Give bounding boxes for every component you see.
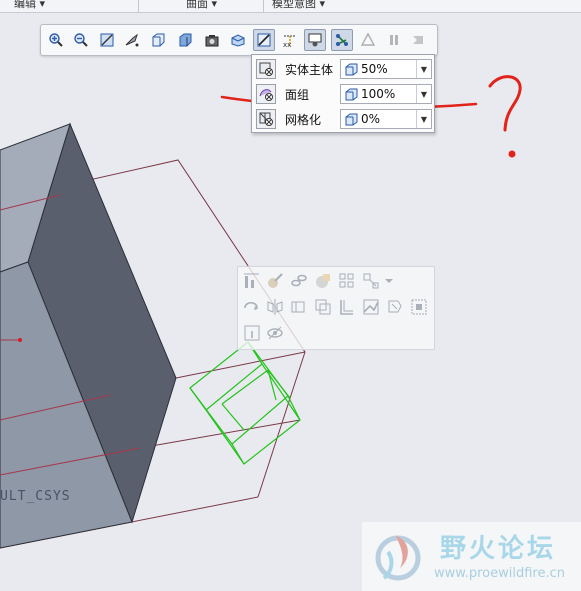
solid-body-transparency-select[interactable]: 50% ▼	[340, 59, 432, 79]
solid-body-transparency-icon	[256, 59, 276, 79]
spin-center-button[interactable]	[304, 29, 326, 51]
group-icon[interactable]	[410, 298, 428, 316]
brush-icon[interactable]	[266, 272, 284, 290]
view-manager-button[interactable]	[331, 29, 353, 51]
watermark-title: 野火论坛	[440, 534, 557, 564]
facet-label: 网格化	[285, 113, 322, 127]
quilt-transparency-select[interactable]: 100% ▼	[340, 84, 432, 104]
perspective-view-button[interactable]	[201, 29, 223, 51]
zoom-out-icon	[74, 33, 88, 47]
quilt-transparency-value: 100%	[361, 87, 396, 101]
saved-views-button[interactable]	[147, 29, 169, 51]
chevron-down-icon[interactable]: ▼	[416, 85, 431, 103]
watermark-url: www.proewildfire.cn	[434, 566, 565, 581]
facet-transparency-select[interactable]: 0% ▼	[340, 109, 432, 129]
annotation-display-icon	[360, 32, 376, 46]
chevron-down-icon[interactable]	[384, 274, 394, 292]
dimension-icon[interactable]	[243, 272, 261, 290]
graphics-toolbar: xx	[40, 24, 438, 56]
zoom-in-button[interactable]	[45, 29, 67, 51]
reorient-button[interactable]	[121, 29, 143, 51]
next-button[interactable]	[408, 29, 430, 51]
thicken-icon[interactable]	[338, 298, 356, 316]
datum-display-button[interactable]: xx	[279, 29, 301, 51]
zoom-in-icon	[49, 33, 63, 47]
appearance-icon[interactable]	[314, 272, 332, 290]
quilt-transparency-icon	[256, 84, 276, 104]
sketch-icon[interactable]	[362, 298, 380, 316]
transparency-dropdown: 实体主体 50% ▼ 面组 100% ▼ 网格化 0% ▼	[251, 54, 435, 133]
annotation-question-mark	[488, 75, 522, 132]
chevron-down-icon[interactable]: ▼	[416, 60, 431, 78]
quilt-label: 面组	[285, 88, 310, 102]
transparency-row-quilt[interactable]: 面组 100% ▼	[252, 82, 434, 106]
transparency-row-solid-body[interactable]: 实体主体 50% ▼	[252, 57, 434, 81]
cube-outline-icon	[345, 88, 358, 101]
reorient-icon	[125, 33, 139, 47]
wireframe-cube[interactable]	[189, 341, 301, 465]
perspective-view-icon	[205, 35, 219, 47]
transparency-row-facet[interactable]: 网格化 0% ▼	[252, 107, 434, 131]
section-button[interactable]	[227, 29, 249, 51]
revolve-icon[interactable]	[243, 298, 261, 316]
remove-icon[interactable]	[386, 298, 404, 316]
csys-label: ULT_CSYS	[0, 489, 71, 504]
pause-button[interactable]	[383, 29, 405, 51]
info-icon[interactable]	[243, 324, 261, 342]
datum-display-icon: xx	[283, 35, 296, 48]
spin-center-icon	[308, 33, 322, 47]
forum-watermark: 野火论坛 www.proewildfire.cn	[362, 522, 581, 591]
mirror-icon[interactable]	[266, 298, 284, 316]
annotation-display-button[interactable]	[357, 29, 379, 51]
extend-icon[interactable]	[290, 298, 308, 316]
refit-icon	[100, 33, 114, 47]
solid-body-transparency-value: 50%	[361, 62, 388, 76]
refit-button[interactable]	[96, 29, 118, 51]
forum-logo-icon	[375, 535, 421, 581]
saved-views-icon	[152, 33, 165, 47]
transparency-button[interactable]	[253, 29, 275, 51]
csys-origin-point	[18, 338, 22, 342]
datum-point-icon[interactable]	[362, 272, 380, 290]
cube-outline-icon	[345, 63, 358, 76]
display-style-icon	[179, 33, 192, 47]
chevron-down-icon[interactable]: ▼	[416, 110, 431, 128]
facet-transparency-icon	[256, 109, 276, 129]
transparency-icon	[257, 33, 271, 47]
annotation-question-dot	[508, 150, 516, 158]
pattern-icon[interactable]	[338, 272, 356, 290]
next-icon	[413, 36, 423, 44]
offset-icon[interactable]	[314, 298, 332, 316]
zoom-out-button[interactable]	[70, 29, 92, 51]
floating-mini-toolbar	[237, 266, 435, 350]
hide-icon[interactable]	[266, 324, 284, 342]
section-icon	[231, 34, 245, 47]
chain-icon[interactable]	[290, 272, 308, 290]
pause-icon	[390, 35, 398, 45]
display-style-button[interactable]	[174, 29, 196, 51]
svg-text:xx: xx	[283, 41, 291, 48]
solid-body-label: 实体主体	[285, 63, 334, 77]
view-manager-icon	[336, 34, 348, 46]
facet-transparency-value: 0%	[361, 112, 381, 126]
cube-outline-icon	[345, 113, 358, 126]
